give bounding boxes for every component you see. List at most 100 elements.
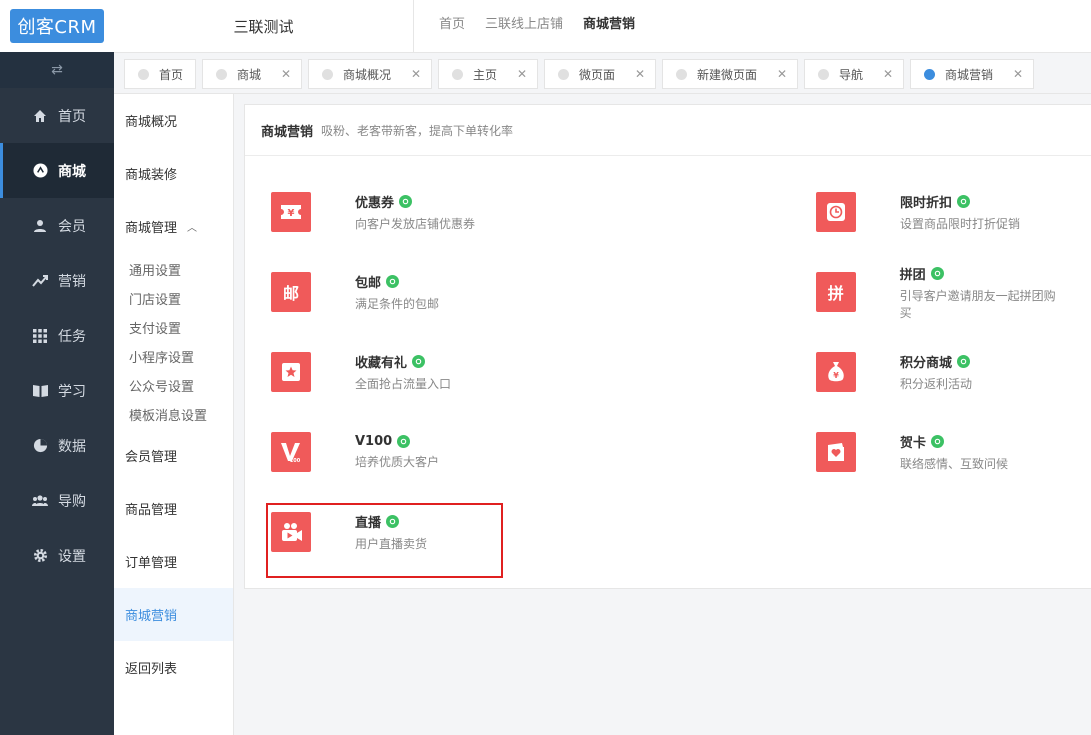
page-tabs: 首页 商城 ✕ 商城概况 ✕ 主页 ✕ 微页面 ✕ 新建微页面 ✕ 导航 ✕ 商…: [114, 53, 1091, 94]
close-icon[interactable]: ✕: [411, 67, 421, 81]
submenu-children: 通用设置 门店设置 支付设置 小程序设置 公众号设置 模板消息设置: [114, 253, 233, 429]
feature-free-shipping[interactable]: 邮 包邮 满足条件的包邮: [271, 262, 521, 322]
feature-name: 限时折扣: [900, 196, 953, 211]
tab-mall-overview[interactable]: 商城概况 ✕: [308, 59, 432, 89]
feature-desc: 积分返利活动: [900, 377, 973, 391]
sidebar-item-label: 学习: [58, 383, 86, 400]
tab-homepage[interactable]: 主页 ✕: [438, 59, 538, 89]
v100-icon: 100: [271, 432, 311, 472]
swap-arrows-icon[interactable]: ⇄: [0, 52, 114, 88]
sidebar-item-label: 设置: [58, 548, 86, 565]
feature-favorite-gift[interactable]: 收藏有礼 全面抢占流量入口: [271, 342, 521, 402]
submenu-item-management[interactable]: 商城管理 ︿: [114, 200, 233, 253]
feature-coupon[interactable]: ¥ 优惠券 向客户发放店铺优惠券: [271, 182, 521, 242]
sidebar-item-mall[interactable]: 商城: [0, 143, 114, 198]
submenu-child-payment[interactable]: 支付设置: [114, 313, 233, 342]
chevron-up-icon: ︿: [187, 223, 198, 234]
miniprogram-badge-icon: [931, 435, 945, 448]
page-title: 商城营销: [261, 124, 314, 140]
feature-flash-discount[interactable]: 限时折扣 设置商品限时打折促销: [816, 182, 1066, 242]
close-icon[interactable]: ✕: [635, 67, 645, 81]
close-icon[interactable]: ✕: [883, 67, 893, 81]
feature-name: 拼团: [899, 267, 926, 283]
submenu-item-member-mgmt[interactable]: 会员管理: [114, 429, 233, 482]
sidebar-item-label: 任务: [58, 328, 86, 345]
gear-icon: [32, 548, 48, 564]
sidebar-item-marketing[interactable]: 营销: [0, 253, 114, 308]
submenu-item-label: 商城管理: [125, 221, 178, 236]
page-subtitle: 吸粉、老客带新客，提高下单转化率: [321, 123, 514, 138]
submenu-child-official-account[interactable]: 公众号设置: [114, 371, 233, 400]
app-logo[interactable]: 创客CRM: [10, 9, 104, 43]
sidebar-item-task[interactable]: 任务: [0, 308, 114, 363]
close-icon[interactable]: ✕: [1013, 67, 1023, 81]
shop-name: 三联测试: [114, 0, 414, 53]
clock-icon: [816, 192, 856, 232]
miniprogram-badge-icon: [957, 195, 971, 208]
feature-desc: 设置商品限时打折促销: [900, 217, 1021, 231]
submenu-item-order-mgmt[interactable]: 订单管理: [114, 535, 233, 588]
submenu-item-back[interactable]: 返回列表: [114, 641, 233, 694]
submenu-item-overview[interactable]: 商城概况: [114, 94, 233, 147]
feature-group-buy[interactable]: 拼 拼团 引导客户邀请朋友一起拼团购买: [816, 262, 1066, 322]
book-icon: [32, 383, 48, 399]
group-buy-icon: 拼: [816, 272, 856, 312]
home-icon: [32, 108, 48, 124]
sidebar-item-learn[interactable]: 学习: [0, 363, 114, 418]
submenu-child-general[interactable]: 通用设置: [114, 255, 233, 284]
tab-dot: [818, 68, 829, 80]
feature-points-mall[interactable]: ¥ 积分商城 积分返利活动: [816, 342, 1066, 402]
submenu-item-decoration[interactable]: 商城装修: [114, 147, 233, 200]
feature-desc: 向客户发放店铺优惠券: [355, 217, 476, 231]
tab-navigation[interactable]: 导航 ✕: [804, 59, 904, 89]
sidebar-item-data[interactable]: 数据: [0, 418, 114, 473]
sidebar-item-member[interactable]: 会员: [0, 198, 114, 253]
sidebar-item-settings[interactable]: 设置: [0, 528, 114, 583]
submenu-item-marketing[interactable]: 商城营销: [114, 588, 233, 641]
sidebar-item-label: 营销: [58, 273, 86, 290]
feature-desc: 满足条件的包邮: [355, 297, 440, 311]
feature-v100[interactable]: 100 V100 培养优质大客户: [271, 422, 521, 482]
submenu-child-template-message[interactable]: 模板消息设置: [114, 400, 233, 429]
submenu-child-store[interactable]: 门店设置: [114, 284, 233, 313]
main-sidebar: 创客CRM ⇄ 首页 商城 会员 营销 任务 学习 数据 导购 设置: [0, 0, 114, 735]
tab-label: 主页: [473, 67, 498, 82]
tab-mall-marketing[interactable]: 商城营销 ✕: [910, 59, 1034, 89]
sidebar-item-guide[interactable]: 导购: [0, 473, 114, 528]
tab-micro-page[interactable]: 微页面 ✕: [544, 59, 656, 89]
svg-text:¥: ¥: [288, 208, 295, 219]
miniprogram-badge-icon: [412, 355, 426, 368]
highlight-box: [266, 503, 503, 578]
breadcrumb-item-shop[interactable]: 三联线上店铺: [485, 13, 563, 32]
miniprogram-badge-icon: [386, 275, 400, 288]
feature-desc: 全面抢占流量入口: [355, 377, 452, 391]
miniprogram-badge-icon: [399, 195, 413, 208]
feature-greeting-card[interactable]: 贺卡 联络感情、互致问候: [816, 422, 1066, 482]
tab-mall[interactable]: 商城 ✕: [202, 59, 302, 89]
tab-dot: [138, 68, 149, 80]
close-icon[interactable]: ✕: [777, 67, 787, 81]
submenu-item-product-mgmt[interactable]: 商品管理: [114, 482, 233, 535]
feature-name: 收藏有礼: [355, 356, 408, 371]
sidebar-item-home[interactable]: 首页: [0, 88, 114, 143]
money-bag-icon: ¥: [816, 352, 856, 392]
mail-icon: 邮: [271, 272, 311, 312]
tab-dot: [676, 68, 687, 80]
close-icon[interactable]: ✕: [517, 67, 527, 81]
sidebar-item-label: 首页: [58, 108, 86, 125]
tab-new-micro-page[interactable]: 新建微页面 ✕: [662, 59, 798, 89]
close-icon[interactable]: ✕: [281, 67, 291, 81]
svg-text:100: 100: [290, 458, 301, 464]
card-header: 商城营销 吸粉、老客带新客，提高下单转化率: [245, 105, 1091, 156]
mall-icon: [32, 163, 48, 179]
top-header: 三联测试 首页 三联线上店铺 商城营销: [114, 0, 1091, 53]
feature-desc: 培养优质大客户: [355, 455, 440, 469]
submenu-child-miniprogram[interactable]: 小程序设置: [114, 342, 233, 371]
tab-label: 商城概况: [343, 67, 392, 82]
tab-label: 微页面: [579, 67, 616, 82]
pie-icon: [32, 438, 48, 454]
group-icon: [32, 493, 48, 509]
feature-name: 包邮: [355, 276, 382, 291]
breadcrumb-item-home[interactable]: 首页: [439, 13, 465, 32]
tab-home[interactable]: 首页: [124, 59, 196, 89]
